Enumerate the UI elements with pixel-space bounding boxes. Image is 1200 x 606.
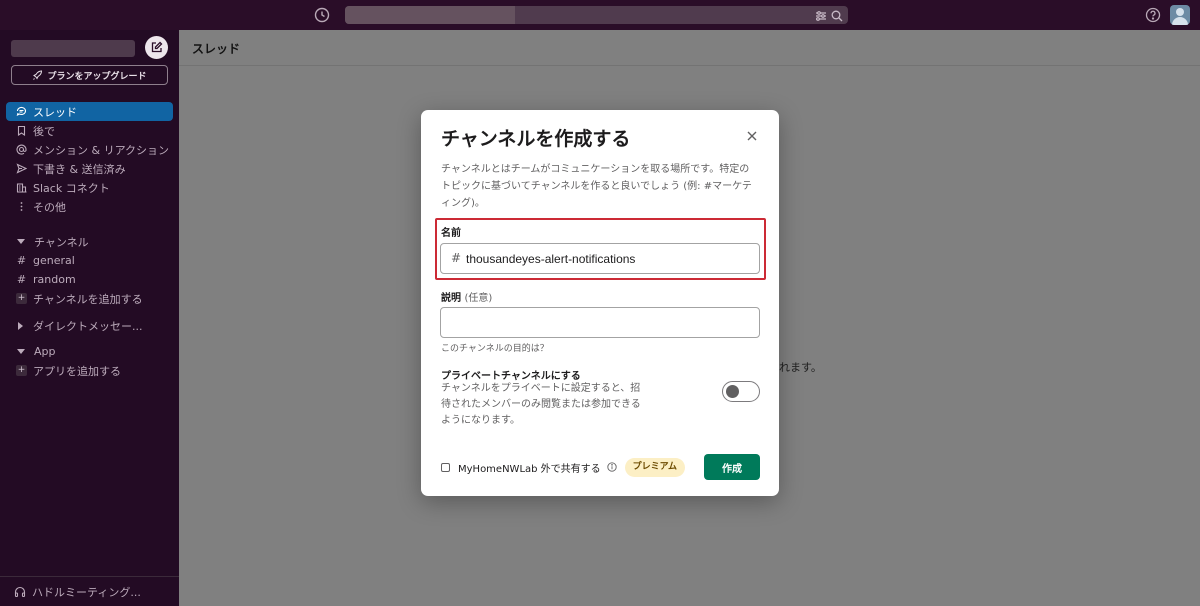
caret-right-icon: [18, 321, 23, 330]
workspace-name[interactable]: [11, 40, 135, 57]
huddle-label: ハドルミーティング...: [32, 585, 141, 599]
modal-description-line: ィング)。: [441, 198, 485, 209]
building-icon: [16, 183, 27, 193]
create-channel-modal: チャンネルを作成する チャンネルとはチームがコミュニケーションを取る場所です。特…: [421, 110, 779, 496]
add-app-button[interactable]: + アプリを追加する: [6, 361, 173, 380]
compose-button[interactable]: [145, 36, 168, 59]
modal-title: チャンネルを作成する: [441, 128, 631, 150]
headphones-icon: [14, 586, 26, 597]
channel-name-input[interactable]: # thousandeyes-alert-notifications: [440, 243, 760, 274]
sidebar-item-mentions[interactable]: メンション & リアクション: [6, 140, 173, 159]
top-bar: [0, 0, 1200, 30]
main-header: スレッド: [179, 30, 1200, 66]
share-row: MyHomeNWLab 外で共有する プレミアム: [441, 455, 686, 479]
modal-description-line: チャンネルとはチームがコミュニケーションを取る場所です。特定の: [441, 164, 750, 175]
channel-label: general: [33, 254, 75, 267]
sidebar-item-drafts[interactable]: 下書き & 送信済み: [6, 159, 173, 178]
hash-icon: #: [16, 273, 27, 286]
sidebar-item-label: その他: [33, 200, 66, 214]
close-icon[interactable]: [745, 128, 759, 142]
description-label-text: 説明: [441, 293, 461, 304]
sidebar-item-threads[interactable]: スレッド: [6, 102, 173, 121]
sidebar-channel-general[interactable]: # general: [6, 251, 173, 270]
channel-name-value: thousandeyes-alert-notifications: [466, 252, 636, 266]
sidebar-item-label: Slack コネクト: [33, 181, 110, 195]
toggle-knob: [726, 385, 739, 398]
sliders-icon[interactable]: [814, 8, 828, 22]
search-icon[interactable]: [830, 8, 844, 22]
share-checkbox[interactable]: [441, 462, 450, 472]
sidebar: プランをアップグレード スレッド 後で メンション & リアクション 下書き &…: [0, 30, 179, 606]
description-label: 説明 (任意): [441, 289, 492, 304]
modal-description: チャンネルとはチームがコミュニケーションを取る場所です。特定の トピックに基づい…: [441, 161, 763, 212]
upgrade-plan-label: プランをアップグレード: [47, 71, 147, 82]
create-button[interactable]: 作成: [704, 454, 760, 480]
upgrade-plan-button[interactable]: プランをアップグレード: [11, 65, 168, 85]
channel-description-input[interactable]: [440, 307, 760, 338]
premium-badge: プレミアム: [624, 457, 686, 477]
bookmark-icon: [17, 125, 26, 136]
sidebar-item-label: スレッド: [33, 105, 77, 119]
optional-label: (任意): [464, 293, 493, 304]
private-channel-title: プライベートチャンネルにする: [441, 371, 581, 382]
plus-icon: +: [16, 365, 27, 376]
add-channel-button[interactable]: + チャンネルを追加する: [6, 289, 173, 308]
plus-icon: +: [16, 293, 27, 304]
hash-icon: #: [16, 254, 27, 267]
compose-icon: [151, 41, 163, 53]
hash-prefix-icon: #: [451, 251, 462, 265]
search-bar-filled-area: [345, 6, 515, 24]
add-channel-label: チャンネルを追加する: [33, 292, 143, 306]
user-avatar-icon[interactable]: [1170, 5, 1190, 25]
history-clock-icon[interactable]: [313, 6, 331, 24]
help-icon[interactable]: [1145, 7, 1161, 23]
sidebar-item-more[interactable]: その他: [6, 197, 173, 216]
at-icon: [16, 144, 27, 155]
caret-down-icon: [17, 349, 25, 354]
caret-down-icon: [17, 239, 25, 244]
huddle-button[interactable]: ハドルミーティング...: [0, 576, 179, 606]
info-icon[interactable]: [607, 462, 617, 472]
share-label: MyHomeNWLab 外で共有する: [458, 463, 601, 475]
private-desc-line: ようになります。: [441, 415, 520, 426]
sidebar-item-label: 下書き & 送信済み: [33, 162, 126, 176]
description-hint: このチャンネルの目的は？: [441, 344, 549, 354]
add-app-label: アプリを追加する: [33, 364, 121, 378]
modal-description-line: トピックに基づいてチャンネルを作ると良いでしょう (例: #マーケテ: [441, 181, 752, 192]
channels-section-header[interactable]: チャンネル: [6, 232, 173, 251]
send-icon: [16, 163, 27, 174]
channel-label: random: [33, 273, 76, 286]
page-title: スレッド: [192, 42, 241, 56]
private-channel-toggle[interactable]: [722, 381, 760, 402]
sidebar-item-label: 後で: [33, 124, 55, 138]
private-desc-line: 待されたメンバーのみ閲覧または参加できる: [441, 399, 641, 410]
sidebar-channel-random[interactable]: # random: [6, 270, 173, 289]
section-label: チャンネル: [34, 235, 89, 249]
sidebar-item-later[interactable]: 後で: [6, 121, 173, 140]
dm-section-header[interactable]: ダイレクトメッセー...: [6, 316, 173, 335]
private-desc-line: チャンネルをプライベートに設定すると、招: [441, 383, 641, 394]
private-channel-description: チャンネルをプライベートに設定すると、招 待されたメンバーのみ閲覧または参加でき…: [441, 381, 661, 429]
threads-icon: [16, 106, 27, 117]
name-label: 名前: [441, 228, 461, 239]
more-vertical-icon: [20, 202, 23, 211]
sidebar-item-label: メンション & リアクション: [33, 143, 170, 157]
section-label: App: [34, 345, 56, 358]
sidebar-item-slack-connect[interactable]: Slack コネクト: [6, 178, 173, 197]
rocket-icon: [33, 69, 43, 80]
app-section-header[interactable]: App: [6, 342, 173, 361]
section-label: ダイレクトメッセー...: [33, 319, 143, 333]
search-bar[interactable]: [345, 6, 848, 24]
